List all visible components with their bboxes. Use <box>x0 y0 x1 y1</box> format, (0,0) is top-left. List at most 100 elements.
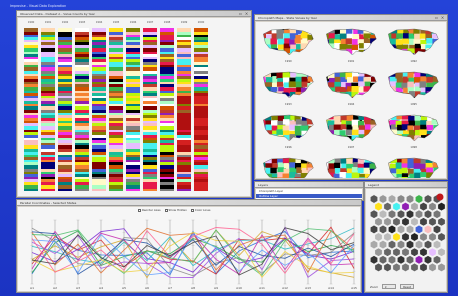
map-panel[interactable]: 1993 <box>259 67 318 107</box>
legend-hex-cell[interactable] <box>392 232 401 242</box>
map-panel[interactable]: 1992 <box>384 24 443 64</box>
legend-hex-cell[interactable] <box>383 247 392 257</box>
legend-hex-cell[interactable] <box>419 247 428 257</box>
legend-hex-cell[interactable] <box>401 262 410 272</box>
legend-hex-cell[interactable] <box>370 209 378 219</box>
us-map[interactable] <box>384 153 443 178</box>
legend-hex-cell[interactable] <box>428 247 437 257</box>
legend-hex-grid[interactable] <box>366 191 446 285</box>
legend-hex-cell[interactable] <box>415 209 423 219</box>
legend-hex-cell[interactable] <box>415 255 423 265</box>
heatmap-column[interactable] <box>75 28 89 192</box>
legend-hex-cell[interactable] <box>428 202 437 212</box>
us-map[interactable] <box>322 110 381 144</box>
legend-hex-cell[interactable] <box>388 209 396 219</box>
legend-hex-cell[interactable] <box>401 217 410 227</box>
map-panel[interactable]: 1997 <box>322 110 381 150</box>
legend-hex-cell[interactable] <box>415 240 423 250</box>
legend-hex-cell[interactable] <box>437 202 446 212</box>
heatmap-cell[interactable] <box>194 188 208 192</box>
map-panel[interactable]: 1990 <box>259 24 318 64</box>
legend-hex-cell[interactable] <box>397 224 405 234</box>
legend-hex-cell[interactable] <box>379 255 387 265</box>
reset-button[interactable]: Reset <box>400 284 414 289</box>
legend-hex-cell[interactable] <box>379 194 387 204</box>
legend-hex-cell[interactable] <box>401 202 410 212</box>
layer-item[interactable]: Outline Layer <box>256 193 362 198</box>
legend-hex-cell[interactable] <box>415 194 423 204</box>
map-panel[interactable]: 1999 <box>259 153 318 178</box>
checkbox-icon[interactable] <box>164 208 168 212</box>
legend-hex-cell[interactable] <box>410 247 419 257</box>
heatmap-window-titlebar[interactable]: Observed Data - Dataset A - Value Counts… <box>17 11 251 17</box>
map-panel[interactable]: 2000 <box>322 153 381 178</box>
legend-hex-cell[interactable] <box>428 232 437 242</box>
layers-window-titlebar[interactable]: Layers <box>255 182 363 188</box>
legend-hex-cell[interactable] <box>424 224 432 234</box>
us-map[interactable] <box>322 67 381 101</box>
legend-hex-cell[interactable] <box>437 262 446 272</box>
legend-hex-cell[interactable] <box>383 202 392 212</box>
color-option[interactable]: Color Lines <box>190 208 210 212</box>
heatmap-column[interactable] <box>160 28 174 192</box>
us-map[interactable] <box>259 110 318 144</box>
us-map[interactable] <box>259 67 318 101</box>
us-map[interactable] <box>384 24 443 58</box>
legend-hex-cell[interactable] <box>370 224 378 234</box>
map-panel[interactable]: 1998 <box>384 110 443 150</box>
legend-hex-cell[interactable] <box>401 232 410 242</box>
legend-hex-cell[interactable] <box>419 202 428 212</box>
hidden-option[interactable]: Show Hidden <box>164 208 187 212</box>
heatmap-column[interactable] <box>177 28 191 192</box>
us-map[interactable] <box>259 153 318 178</box>
legend-hex-cell[interactable] <box>406 194 414 204</box>
heatmap-cell[interactable] <box>75 188 89 192</box>
legend-hex-cell[interactable] <box>406 240 414 250</box>
map-panel[interactable]: 2001 <box>384 153 443 178</box>
heatmap-column[interactable] <box>24 28 38 192</box>
legend-hex-cell[interactable] <box>406 209 414 219</box>
legend-hex-cell[interactable] <box>437 232 446 242</box>
legend-hex-cell[interactable] <box>379 224 387 234</box>
minimize-icon[interactable]: ▫ <box>238 11 243 16</box>
legend-hex-cell[interactable] <box>410 232 419 242</box>
legend-hex-cell[interactable] <box>379 209 387 219</box>
maps-window-titlebar[interactable]: Choropleth Maps - State Values by Year ▫… <box>255 15 447 21</box>
heatmap-cell[interactable] <box>160 188 174 192</box>
legend-hex-cell[interactable] <box>419 217 428 227</box>
legend-hex-cell[interactable] <box>388 255 396 265</box>
legend-hex-cell[interactable] <box>410 262 419 272</box>
legend-hex-cell[interactable] <box>374 247 383 257</box>
legend-hex-cell[interactable] <box>424 209 432 219</box>
heatmap-cell[interactable] <box>58 188 72 192</box>
minimize-icon[interactable]: ▫ <box>434 15 439 20</box>
legend-window-titlebar[interactable]: Legend <box>365 182 447 188</box>
heatmap-column[interactable] <box>41 28 55 192</box>
checkbox-icon[interactable] <box>138 208 141 212</box>
legend-hex-cell[interactable] <box>401 247 410 257</box>
legend-hex-cell[interactable] <box>406 255 414 265</box>
legend-hex-cell[interactable] <box>397 255 405 265</box>
us-map[interactable] <box>384 67 443 101</box>
reorder-option[interactable]: Reorder Axes <box>138 208 161 212</box>
legend-hex-cell[interactable] <box>388 194 396 204</box>
legend-hex-cell[interactable] <box>392 262 401 272</box>
parallel-window-titlebar[interactable]: Parallel Coordinates - Selected States <box>17 200 361 206</box>
heatmap-column[interactable] <box>109 28 123 192</box>
legend-hex-cell[interactable] <box>383 217 392 227</box>
zoom-select[interactable]: ▾ <box>382 284 397 289</box>
map-panel[interactable]: 1995 <box>384 67 443 107</box>
heatmap-column[interactable] <box>194 28 208 192</box>
legend-hex-cell[interactable] <box>415 224 423 234</box>
legend-hex-cell[interactable] <box>424 240 432 250</box>
legend-hex-cell[interactable] <box>419 262 428 272</box>
legend-hex-cell[interactable] <box>433 255 441 265</box>
legend-hex-cell[interactable] <box>410 202 419 212</box>
legend-hex-cell[interactable] <box>370 194 378 204</box>
legend-hex-cell[interactable] <box>374 262 383 272</box>
map-panel[interactable]: 1996 <box>259 110 318 150</box>
legend-hex-cell[interactable] <box>392 247 401 257</box>
legend-hex-cell[interactable] <box>370 255 378 265</box>
map-panel[interactable]: 1991 <box>322 24 381 64</box>
legend-hex-cell[interactable] <box>437 247 446 257</box>
